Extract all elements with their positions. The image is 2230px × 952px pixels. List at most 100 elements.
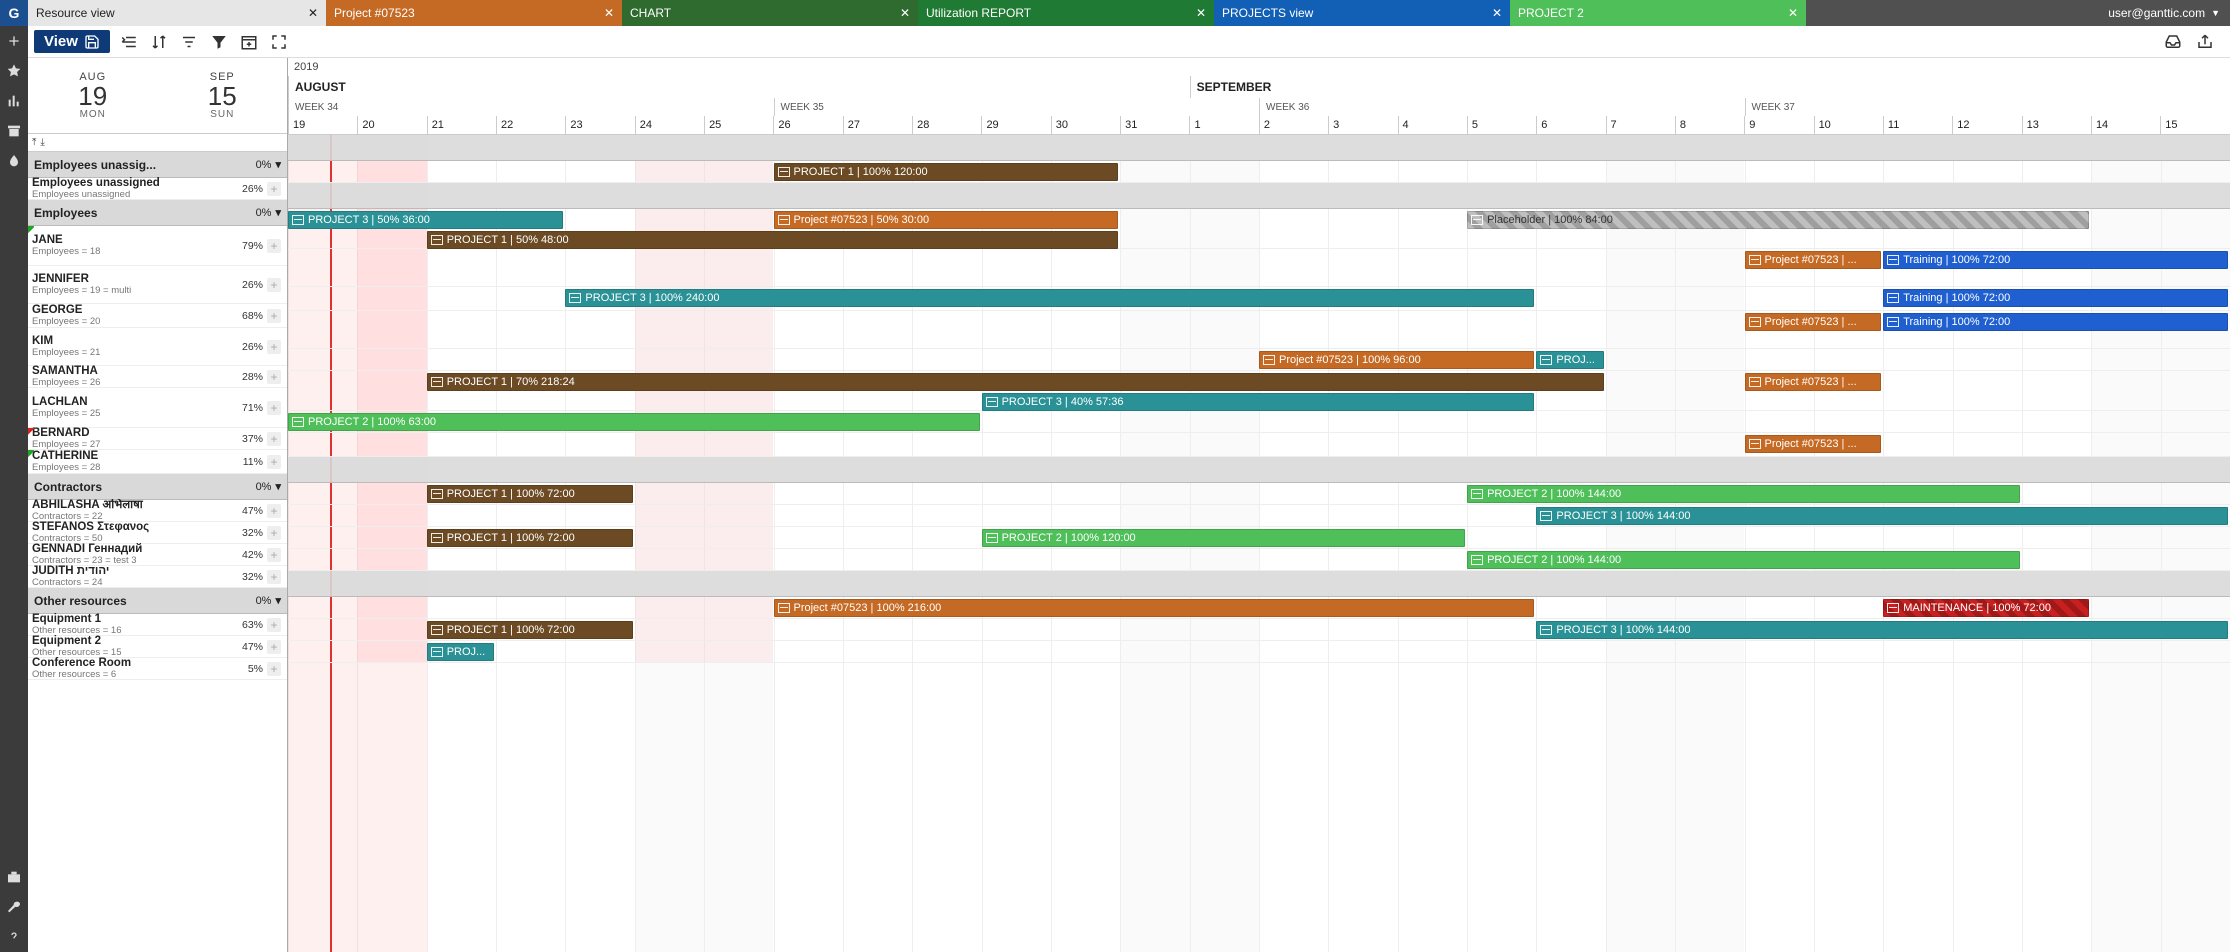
rail-star-icon[interactable] xyxy=(0,56,28,86)
task-bar[interactable]: PROJECT 1 | 100% 72:00 xyxy=(427,529,633,547)
task-bar[interactable]: PROJECT 1 | 100% 120:00 xyxy=(774,163,1119,181)
tab-3[interactable]: Utilization REPORT✕ xyxy=(918,0,1214,26)
task-bar[interactable]: PROJECT 2 | 100% 120:00 xyxy=(982,529,1466,547)
add-task-icon[interactable]: + xyxy=(267,662,281,676)
day-header[interactable]: 24 xyxy=(635,116,704,134)
resource-row[interactable]: SAMANTHAEmployees = 2628%+ xyxy=(28,366,287,388)
task-bar[interactable]: PROJECT 3 | 50% 36:00 xyxy=(288,211,563,229)
task-bar[interactable]: Training | 100% 72:00 xyxy=(1883,313,2228,331)
resource-row[interactable]: KIMEmployees = 2126%+ xyxy=(28,328,287,366)
rail-add-icon[interactable] xyxy=(0,26,28,56)
share-icon[interactable] xyxy=(2194,31,2216,53)
inbox-icon[interactable] xyxy=(2162,31,2184,53)
day-header[interactable]: 23 xyxy=(565,116,634,134)
chevron-down-icon[interactable]: ▾ xyxy=(275,206,281,219)
add-task-icon[interactable]: + xyxy=(267,618,281,632)
resource-row[interactable]: Equipment 2Other resources = 1547%+ xyxy=(28,636,287,658)
resource-row[interactable]: ABHILASHA अभिलाषाContractors = 2247%+ xyxy=(28,500,287,522)
collapse-all-icon[interactable]: ⤒ xyxy=(32,137,36,148)
add-task-icon[interactable]: + xyxy=(267,548,281,562)
task-bar[interactable]: MAINTENANCE | 100% 72:00 xyxy=(1883,599,2089,617)
day-header[interactable]: 22 xyxy=(496,116,565,134)
task-bar[interactable]: PROJECT 3 | 40% 57:36 xyxy=(982,393,1535,411)
rail-briefcase-icon[interactable] xyxy=(0,862,28,892)
task-bar[interactable]: Placeholder | 100% 84:00 xyxy=(1467,211,2089,229)
group-row[interactable]: Employees0%▾ xyxy=(28,200,287,226)
add-task-icon[interactable]: + xyxy=(267,370,281,384)
resource-row[interactable]: CATHERINEEmployees = 2811%+ xyxy=(28,450,287,474)
day-header[interactable]: 8 xyxy=(1675,116,1744,134)
task-bar[interactable]: PROJECT 1 | 50% 48:00 xyxy=(427,231,1119,249)
task-bar[interactable]: PROJECT 3 | 100% 144:00 xyxy=(1536,621,2228,639)
tab-close-icon[interactable]: ✕ xyxy=(1778,6,1798,20)
add-task-icon[interactable]: + xyxy=(267,640,281,654)
task-bar[interactable]: Training | 100% 72:00 xyxy=(1883,289,2228,307)
sort-icon[interactable] xyxy=(148,31,170,53)
day-header[interactable]: 27 xyxy=(843,116,912,134)
rail-chart-icon[interactable] xyxy=(0,86,28,116)
day-header[interactable]: 2 xyxy=(1259,116,1328,134)
task-bar[interactable]: Project #07523 | 100% 216:00 xyxy=(774,599,1535,617)
rail-wrench-icon[interactable] xyxy=(0,892,28,922)
group-row[interactable]: Other resources0%▾ xyxy=(28,588,287,614)
task-bar[interactable]: PROJECT 3 | 100% 144:00 xyxy=(1536,507,2228,525)
add-task-icon[interactable]: + xyxy=(267,278,281,292)
tab-2[interactable]: CHART✕ xyxy=(622,0,918,26)
day-header[interactable]: 4 xyxy=(1398,116,1467,134)
resource-row[interactable]: Equipment 1Other resources = 1663%+ xyxy=(28,614,287,636)
add-task-icon[interactable]: + xyxy=(267,401,281,415)
tab-close-icon[interactable]: ✕ xyxy=(298,6,318,20)
day-header[interactable]: 6 xyxy=(1536,116,1605,134)
task-bar[interactable]: Project #07523 | ... xyxy=(1745,373,1882,391)
add-task-icon[interactable]: + xyxy=(267,182,281,196)
day-header[interactable]: 3 xyxy=(1328,116,1397,134)
fullscreen-icon[interactable] xyxy=(268,31,290,53)
day-header[interactable]: 5 xyxy=(1467,116,1536,134)
tab-close-icon[interactable]: ✕ xyxy=(890,6,910,20)
chevron-down-icon[interactable]: ▾ xyxy=(275,594,281,607)
task-bar[interactable]: PROJECT 2 | 100% 63:00 xyxy=(288,413,980,431)
day-header[interactable]: 13 xyxy=(2022,116,2091,134)
indent-icon[interactable] xyxy=(118,31,140,53)
add-task-icon[interactable]: + xyxy=(267,570,281,584)
task-bar[interactable]: PROJECT 2 | 100% 144:00 xyxy=(1467,551,2020,569)
rail-drop-icon[interactable] xyxy=(0,146,28,176)
day-header[interactable]: 10 xyxy=(1814,116,1883,134)
add-task-icon[interactable]: + xyxy=(267,504,281,518)
user-menu[interactable]: user@ganttic.com▼ xyxy=(2098,0,2230,26)
add-task-icon[interactable]: + xyxy=(267,239,281,253)
day-header[interactable]: 31 xyxy=(1120,116,1189,134)
task-bar[interactable]: Project #07523 | 100% 96:00 xyxy=(1259,351,1534,369)
calendar-add-icon[interactable] xyxy=(238,31,260,53)
add-task-icon[interactable]: + xyxy=(267,340,281,354)
task-bar[interactable]: PROJECT 1 | 70% 218:24 xyxy=(427,373,1604,391)
chevron-down-icon[interactable]: ▾ xyxy=(275,480,281,493)
task-bar[interactable]: PROJECT 3 | 100% 240:00 xyxy=(565,289,1534,307)
task-bar[interactable]: PROJ... xyxy=(1536,351,1603,369)
view-button[interactable]: View xyxy=(34,30,110,53)
resource-row[interactable]: Employees unassignedEmployees unassigned… xyxy=(28,178,287,200)
date-from[interactable]: AUG 19 MON xyxy=(28,58,158,133)
tab-5[interactable]: PROJECT 2✕ xyxy=(1510,0,1806,26)
task-bar[interactable]: PROJECT 1 | 100% 72:00 xyxy=(427,485,633,503)
date-to[interactable]: SEP 15 SUN xyxy=(158,58,288,133)
tab-close-icon[interactable]: ✕ xyxy=(594,6,614,20)
day-header[interactable]: 15 xyxy=(2160,116,2229,134)
task-bar[interactable]: Project #07523 | ... xyxy=(1745,313,1882,331)
day-header[interactable]: 21 xyxy=(427,116,496,134)
chevron-down-icon[interactable]: ▾ xyxy=(275,158,281,171)
group-row[interactable]: Contractors0%▾ xyxy=(28,474,287,500)
add-task-icon[interactable]: + xyxy=(267,309,281,323)
tab-4[interactable]: PROJECTS view✕ xyxy=(1214,0,1510,26)
task-bar[interactable]: Project #07523 | 50% 30:00 xyxy=(774,211,1119,229)
day-header[interactable]: 11 xyxy=(1883,116,1952,134)
resource-row[interactable]: JENNIFEREmployees = 19 = multi26%+ xyxy=(28,266,287,304)
add-task-icon[interactable]: + xyxy=(267,432,281,446)
add-task-icon[interactable]: + xyxy=(267,455,281,469)
resource-row[interactable]: LACHLANEmployees = 2571%+ xyxy=(28,388,287,428)
day-header[interactable]: 26 xyxy=(773,116,842,134)
resource-row[interactable]: GENNADI ГеннадийContractors = 23 = test … xyxy=(28,544,287,566)
filter-icon[interactable] xyxy=(208,31,230,53)
resource-row[interactable]: JANEEmployees = 1879%+ xyxy=(28,226,287,266)
resource-row[interactable]: Conference RoomOther resources = 65%+ xyxy=(28,658,287,680)
